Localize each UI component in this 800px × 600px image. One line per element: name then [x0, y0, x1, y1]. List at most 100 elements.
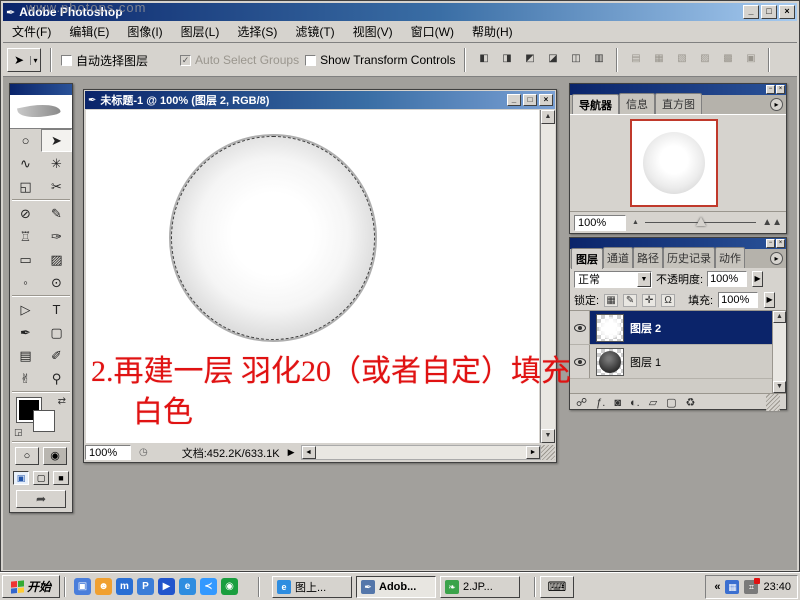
align-vcenter-button[interactable]: ◫ — [567, 51, 584, 69]
fullscreen-menubar-mode-button[interactable]: ▢ — [33, 471, 49, 485]
tool-zoom[interactable]: ⚲ — [41, 367, 72, 390]
tab-paths[interactable]: 路径 — [633, 247, 663, 268]
layer1-thumbnail[interactable] — [596, 348, 624, 376]
tray-chevron-icon[interactable]: « — [714, 581, 720, 593]
menu-file[interactable]: 文件(F) — [3, 21, 60, 42]
chevron-down-icon[interactable]: ▾ — [30, 56, 40, 65]
canvas[interactable] — [86, 110, 539, 443]
opacity-slider-icon[interactable]: ▶ — [752, 271, 763, 287]
tab-layers[interactable]: 图层 — [571, 248, 603, 269]
align-right-button[interactable]: ◩ — [521, 51, 538, 69]
menu-select[interactable]: 选择(S) — [228, 21, 286, 42]
horizontal-scrollbar[interactable]: ◄ ► — [301, 445, 542, 460]
taskbar-button-webpage[interactable]: e 图上... — [272, 576, 352, 598]
standard-mode-button[interactable]: ○ — [15, 447, 39, 465]
auto-select-layer-checkbox[interactable]: 自动选择图层 — [61, 52, 148, 69]
new-layer-icon[interactable]: ▢ — [666, 396, 676, 409]
menu-help[interactable]: 帮助(H) — [463, 21, 522, 42]
layer-row-1[interactable]: 图层 1 — [570, 345, 772, 379]
tool-shape[interactable]: ▢ — [41, 321, 72, 344]
layer-group-icon[interactable]: ▱ — [649, 396, 657, 409]
palette-menu-icon[interactable]: ▸ — [770, 98, 783, 111]
poco-icon[interactable]: P — [137, 578, 154, 595]
maximize-button[interactable]: □ — [761, 5, 777, 19]
tab-histogram[interactable]: 直方图 — [655, 93, 702, 114]
tool-eyedropper[interactable]: ✐ — [41, 344, 72, 367]
app-titlebar[interactable]: ✒ Adobe Photoshop _ □ × — [3, 3, 797, 21]
palette-close-button[interactable]: × — [776, 85, 785, 94]
layer-mask-icon[interactable]: ◙ — [614, 397, 621, 409]
layers-scrollbar[interactable]: ▲ ▼ — [772, 311, 786, 393]
vertical-scrollbar[interactable]: ▲ ▼ — [540, 110, 555, 443]
tool-history-brush[interactable]: ✑ — [41, 225, 72, 248]
blend-mode-select[interactable]: 正常 ▼ — [574, 271, 652, 288]
fill-field[interactable]: 100% — [718, 292, 758, 308]
jump-to-imageready-button[interactable]: ➦ — [16, 490, 66, 508]
tab-actions[interactable]: 动作 — [715, 247, 745, 268]
tool-preset-button[interactable]: ➤ ▾ — [7, 48, 41, 72]
visibility-cell[interactable] — [570, 345, 590, 378]
document-titlebar[interactable]: ✒ 未标题-1 @ 100% (图层 2, RGB/8) _ □ × — [85, 91, 555, 109]
maxthon-icon[interactable]: m — [116, 578, 133, 595]
adjustment-layer-icon[interactable]: ◐. — [630, 397, 640, 409]
language-bar[interactable]: ⌨ — [540, 576, 574, 598]
doc-minimize-button[interactable]: _ — [507, 94, 521, 106]
navigator-viewbox[interactable] — [630, 119, 718, 207]
delete-layer-icon[interactable]: ♻ — [686, 396, 696, 409]
tool-crop[interactable]: ◱ — [10, 175, 41, 198]
doc-maximize-button[interactable]: □ — [523, 94, 537, 106]
visibility-cell[interactable] — [570, 311, 590, 344]
scroll-up-icon[interactable]: ▲ — [773, 311, 786, 323]
zoom-level-field[interactable]: 100% — [85, 445, 131, 460]
scroll-up-icon[interactable]: ▲ — [541, 110, 555, 124]
tool-hand[interactable]: ✌ — [10, 367, 41, 390]
tool-magic-wand[interactable]: ✳ — [41, 152, 72, 175]
tool-type[interactable]: T — [41, 298, 72, 321]
tool-notes[interactable]: ▤ — [10, 344, 41, 367]
fullscreen-mode-button[interactable]: ■ — [53, 471, 69, 485]
chevron-down-icon[interactable]: ▼ — [637, 272, 651, 287]
lock-position-icon[interactable]: ✛ — [642, 294, 656, 307]
close-button[interactable]: × — [779, 5, 795, 19]
acdsee-icon[interactable]: ◉ — [221, 578, 238, 595]
tool-blur[interactable]: ◦ — [10, 271, 41, 294]
palette-minimize-button[interactable]: − — [766, 239, 775, 248]
resize-grip[interactable] — [541, 445, 555, 460]
tool-path-select[interactable]: ▷ — [10, 298, 41, 321]
scroll-down-icon[interactable]: ▼ — [541, 429, 555, 443]
lock-transparency-icon[interactable]: ▦ — [604, 294, 618, 307]
feathered-circle-selection[interactable] — [171, 136, 375, 340]
qq-icon[interactable]: ☻ — [95, 578, 112, 595]
toolbox-titlebar[interactable] — [10, 84, 72, 95]
photoshop-logo[interactable] — [10, 95, 72, 129]
thunder-icon[interactable]: ≺ — [200, 578, 217, 595]
flashget-icon[interactable]: ▣ — [74, 578, 91, 595]
lock-pixels-icon[interactable]: ✎ — [623, 294, 637, 307]
layer-style-icon[interactable]: ƒ. — [596, 397, 605, 409]
resize-grip[interactable] — [766, 394, 780, 411]
menu-filter[interactable]: 滤镜(T) — [286, 21, 343, 42]
tab-channels[interactable]: 通道 — [603, 247, 633, 268]
minimize-button[interactable]: _ — [743, 5, 759, 19]
link-layers-icon[interactable]: ☍ — [576, 396, 587, 409]
menu-image[interactable]: 图像(I) — [118, 21, 171, 42]
tool-brush[interactable]: ✎ — [41, 202, 72, 225]
internet-explorer-icon[interactable]: e — [179, 578, 196, 595]
tab-info[interactable]: 信息 — [619, 93, 655, 114]
taskbar-button-image[interactable]: ❧ 2.JP... — [440, 576, 520, 598]
standard-screen-mode-button[interactable]: ▣ — [13, 471, 29, 485]
start-button[interactable]: 开始 — [2, 575, 60, 598]
lock-all-icon[interactable]: Ω — [661, 294, 675, 307]
status-flyout-button[interactable]: ▶ — [288, 447, 295, 458]
navigator-zoom-field[interactable]: 100% — [574, 215, 626, 231]
tool-healing-brush[interactable]: ⊘ — [10, 202, 41, 225]
palette-close-button[interactable]: × — [776, 239, 785, 248]
align-bottom-button[interactable]: ▥ — [590, 51, 607, 69]
palette-minimize-button[interactable]: − — [766, 85, 775, 94]
menu-edit[interactable]: 编辑(E) — [60, 21, 118, 42]
quick-mask-mode-button[interactable]: ◉ — [43, 447, 67, 465]
zoom-out-icon[interactable]: ▲ — [632, 219, 639, 226]
tool-lasso[interactable]: ∿ — [10, 152, 41, 175]
scroll-down-icon[interactable]: ▼ — [773, 381, 786, 393]
tool-move[interactable]: ➤ — [41, 129, 72, 152]
